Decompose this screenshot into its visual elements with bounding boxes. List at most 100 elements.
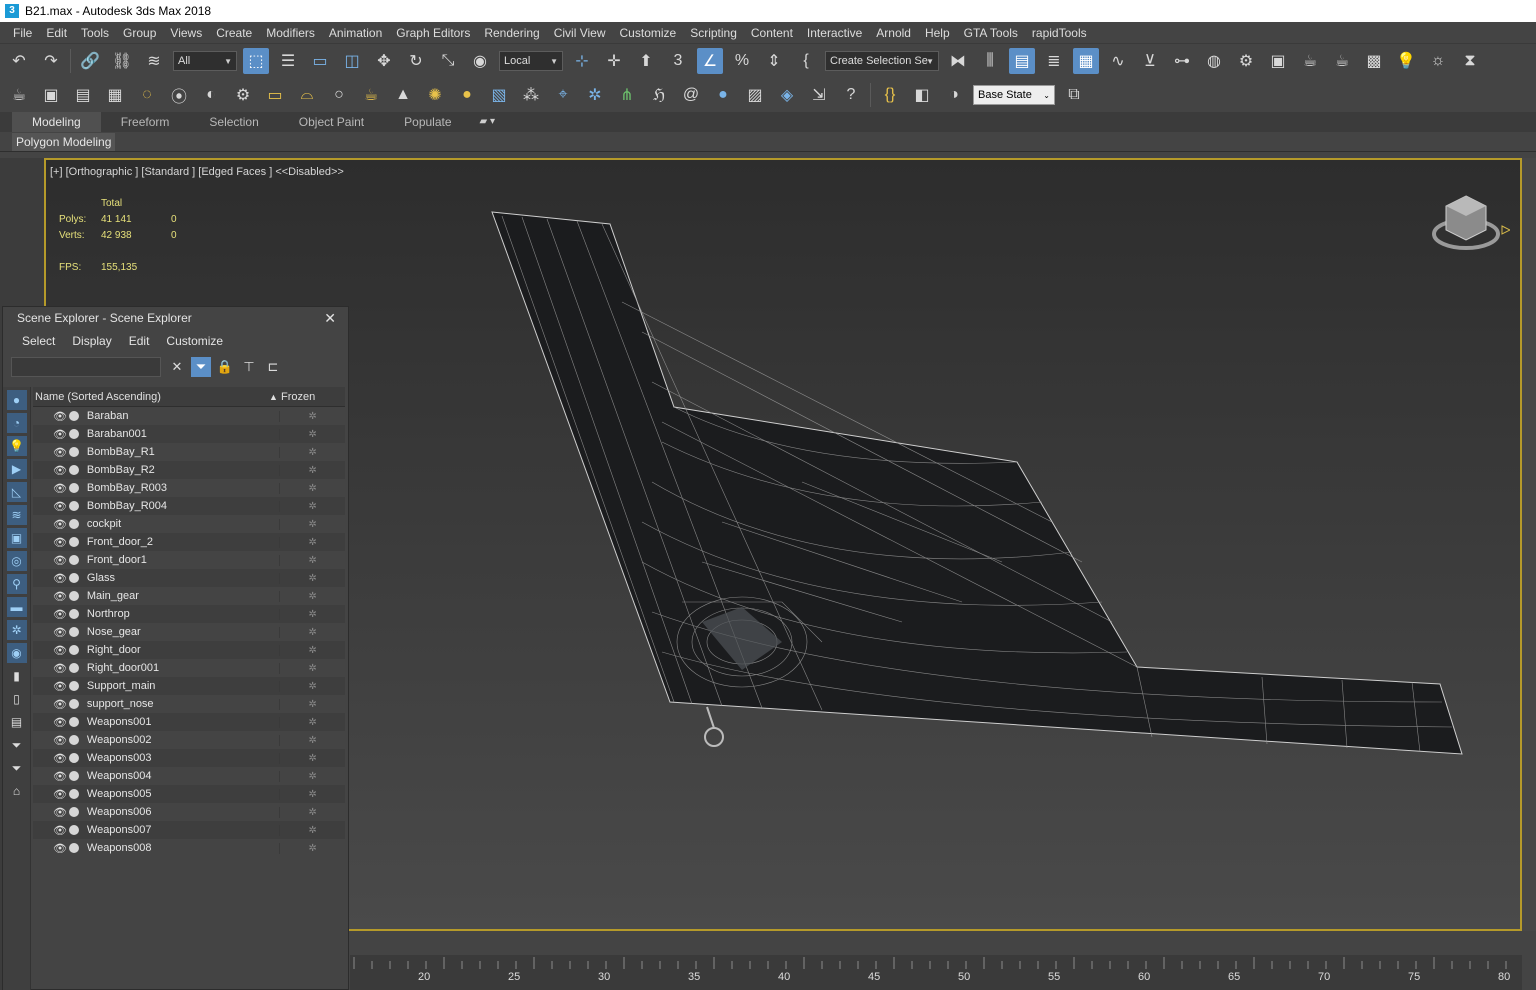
list-item[interactable]: 👁 Northrop ✲ [33,605,345,623]
visibility-eye-icon[interactable]: 👁 [53,644,67,657]
frozen-toggle-icon[interactable]: ✲ [279,428,345,440]
list-item[interactable]: 👁 Support_main ✲ [33,677,345,695]
ribbon-tab-populate[interactable]: Populate [384,112,471,132]
dome-icon[interactable]: ⌓ [294,82,320,108]
menu-scripting[interactable]: Scripting [683,26,744,40]
frozen-toggle-icon[interactable]: ✲ [279,788,345,800]
frozen-toggle-icon[interactable]: ✲ [279,590,345,602]
visibility-eye-icon[interactable]: 👁 [53,590,67,603]
cut-icon[interactable]: ⌖ [550,82,576,108]
keyboard-shortcut-override-icon[interactable]: ⬆ [633,48,659,74]
light-lister-icon[interactable]: 💡 [1393,48,1419,74]
list-item[interactable]: 👁 Main_gear ✲ [33,587,345,605]
frozen-toggle-icon[interactable]: ✲ [279,806,345,818]
list-item[interactable]: 👁 Front_door_2 ✲ [33,533,345,551]
named-selection-dropdown[interactable]: Create Selection Se ▼ [825,51,939,71]
render-production-icon[interactable]: ☕ [1297,48,1323,74]
script-braces-icon[interactable]: {} [877,82,903,108]
state-sets-record-icon[interactable]: ⧉ [1061,82,1087,108]
toggle-scene-explorer-icon[interactable]: ▤ [1009,48,1035,74]
list-item[interactable]: 👁 Weapons007 ✲ [33,821,345,839]
frozen-toggle-icon[interactable]: ✲ [279,410,345,422]
viewport-label-menu[interactable]: [+] [Orthographic ] [Standard ] [Edged F… [50,166,344,178]
timeline-ruler[interactable]: 20 25 30 35 40 45 50 55 60 65 70 75 80 [350,955,1522,990]
visibility-eye-icon[interactable]: 👁 [53,482,67,495]
frozen-toggle-icon[interactable]: ✲ [279,446,345,458]
frozen-toggle-icon[interactable]: ✲ [279,536,345,548]
menu-group[interactable]: Group [116,26,163,40]
scene-menu-customize[interactable]: Customize [159,334,233,348]
visibility-eye-icon[interactable]: 👁 [53,500,67,513]
ribbon-tab-freeform[interactable]: Freeform [101,112,190,132]
film-camera-icon[interactable]: ⦿ [166,82,192,108]
table-icon[interactable]: ▦ [102,82,128,108]
gear-object-icon[interactable]: ✲ [582,82,608,108]
list-item[interactable]: 👁 support_nose ✲ [33,695,345,713]
plane-icon[interactable]: ▭ [262,82,288,108]
filter-icon[interactable]: ⏷ [191,357,211,377]
frozen-toggle-icon[interactable]: ✲ [279,518,345,530]
edit-named-selection-icon[interactable]: { [793,48,819,74]
rectangular-selection-icon[interactable]: ▭ [307,48,333,74]
camera-icon[interactable]: ⧗ [1457,48,1483,74]
export-icon[interactable]: ⇲ [806,82,832,108]
list-item[interactable]: 👁 Weapons008 ✲ [33,839,345,857]
list-item[interactable]: 👁 Weapons002 ✲ [33,731,345,749]
visibility-eye-icon[interactable]: 👁 [53,464,67,477]
percent-snap-icon[interactable]: % [729,48,755,74]
sphere-icon[interactable]: ○ [326,82,352,108]
menu-civil-view[interactable]: Civil View [547,26,613,40]
frozen-toggle-icon[interactable]: ✲ [279,662,345,674]
gradient-shade-icon[interactable]: ◑ [941,82,967,108]
particles-icon[interactable]: ⁂ [518,82,544,108]
select-by-name-icon[interactable]: ☰ [275,48,301,74]
spiral-icon[interactable]: @ [678,82,704,108]
visibility-eye-icon[interactable]: 👁 [53,518,67,531]
visibility-eye-icon[interactable]: 👁 [53,608,67,621]
frozen-toggle-icon[interactable]: ✲ [279,608,345,620]
material-editor-icon[interactable]: ◍ [1201,48,1227,74]
list-item[interactable]: 👁 Weapons006 ✲ [33,803,345,821]
robot-icon[interactable]: ⚙ [230,82,256,108]
render-iterative-icon[interactable]: ☕ [1329,48,1355,74]
visibility-eye-icon[interactable]: 👁 [53,554,67,567]
geometry-filter-icon[interactable]: ● [6,390,27,410]
menu-file[interactable]: File [6,26,39,40]
visibility-eye-icon[interactable]: 👁 [53,680,67,693]
sun-position-icon[interactable]: ☼ [1425,48,1451,74]
select-object-icon[interactable]: ⬚ [243,48,269,74]
list-item[interactable]: 👁 Baraban001 ✲ [33,425,345,443]
menu-animation[interactable]: Animation [322,26,389,40]
material-sphere-icon[interactable]: ● [710,82,736,108]
render-setup-icon[interactable]: ⚙ [1233,48,1259,74]
visibility-eye-icon[interactable]: 👁 [53,428,67,441]
menu-graph-editors[interactable]: Graph Editors [389,26,477,40]
clear-search-icon[interactable]: ✕ [167,357,187,377]
visibility-eye-icon[interactable]: 👁 [53,788,67,801]
frozen-toggle-icon[interactable]: ✲ [279,464,345,476]
lights-filter-icon[interactable]: 💡 [6,436,27,456]
menu-arnold[interactable]: Arnold [869,26,918,40]
state-sets-dropdown[interactable]: Base State ⌄ [973,85,1055,105]
frozen-toggle-icon[interactable]: ✲ [279,842,345,854]
undo-icon[interactable]: ↶ [6,48,32,74]
visibility-eye-icon[interactable]: 👁 [53,734,67,747]
hair-fur-icon[interactable]: ℌ [646,82,672,108]
frozen-toggle-icon[interactable]: ✲ [279,698,345,710]
visibility-eye-icon[interactable]: 👁 [53,770,67,783]
visibility-eye-icon[interactable]: 👁 [53,662,67,675]
cameras-filter-icon[interactable]: ▶ [6,459,27,479]
scene-menu-select[interactable]: Select [15,334,65,348]
hierarchy-icon[interactable]: ⊤ [239,357,259,377]
frozen-toggle-icon[interactable]: ✲ [279,680,345,692]
rendered-frame-window-icon[interactable]: ▣ [1265,48,1291,74]
teapot-primitive-icon[interactable]: ☕ [358,82,384,108]
curve-editor-icon[interactable]: ∿ [1105,48,1131,74]
scene-explorer-titlebar[interactable]: Scene Explorer - Scene Explorer ✕ [3,307,348,329]
frozen-toggle-icon[interactable]: ✲ [279,644,345,656]
align-icon[interactable]: ⫼ [977,48,1003,74]
filter-funnel-alt-icon[interactable]: ⏷ [7,758,27,778]
render-frame-icon[interactable]: ▣ [38,82,64,108]
menu-rapidtools[interactable]: rapidTools [1025,26,1094,40]
list-item[interactable]: 👁 Weapons001 ✲ [33,713,345,731]
